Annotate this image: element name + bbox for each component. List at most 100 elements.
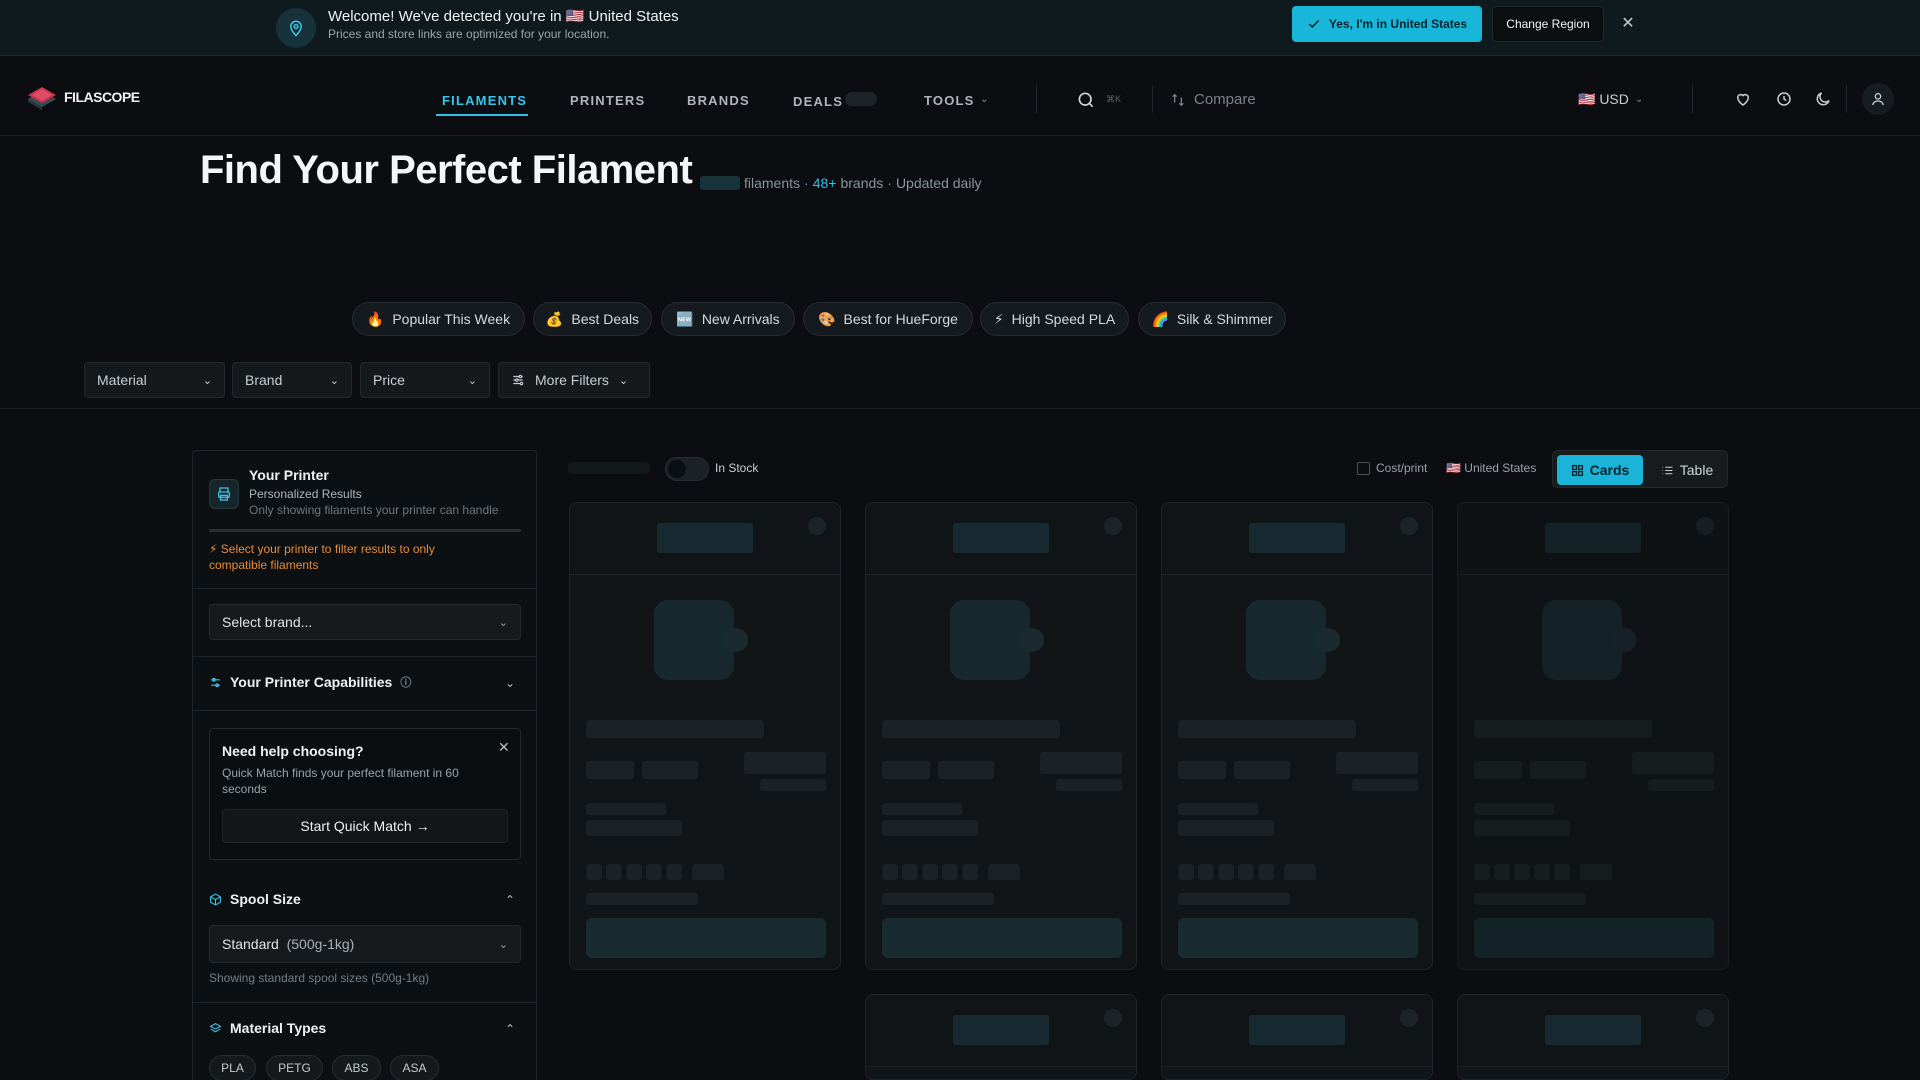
divider [1036,85,1037,113]
capabilities-toggle[interactable]: Your Printer Capabilities ⓘ [209,674,411,690]
text-skeleton [1474,803,1554,815]
cards-view-button[interactable]: Cards [1557,455,1643,485]
logo[interactable]: FILASCOPE [24,83,140,111]
color-dot-skeleton [1020,628,1044,652]
text-skeleton [1530,761,1586,779]
more-filters-button[interactable]: More Filters ⌄ [498,362,650,398]
printer-title: Your Printer [249,467,329,483]
nav-deals[interactable]: DEALS [793,94,843,109]
confirm-region-label: Yes, I'm in United States [1328,17,1468,31]
nav-printers[interactable]: PRINTERS [570,93,645,108]
region-label: 🇺🇸 United States [1446,461,1537,475]
search-icon[interactable] [1076,90,1096,115]
filter-label: More Filters [535,372,609,388]
text-skeleton [586,893,698,905]
chevron-down-icon: ⌄ [1634,94,1644,105]
confirm-region-button[interactable]: Yes, I'm in United States [1292,6,1482,42]
close-icon[interactable]: ✕ [1618,14,1638,34]
chip-high-speed[interactable]: ⚡ High Speed PLA [980,302,1129,336]
swatch-skeleton [1474,864,1490,880]
cost-per-print-checkbox[interactable]: Cost/print [1357,461,1427,475]
chevron-down-icon: ⌄ [329,374,339,387]
results-count-skeleton [568,462,650,474]
spool-size-select[interactable]: Standard (500g-1kg) ⌄ [209,925,521,963]
swatch-skeleton [1218,864,1234,880]
chip-hueforge[interactable]: 🎨 Best for HueForge [803,302,973,336]
material-types-toggle[interactable]: Material Types [209,1020,326,1036]
text-skeleton [882,820,978,836]
favorite-skeleton [808,517,826,535]
spool-size-toggle[interactable]: Spool Size [209,891,301,907]
filters-sidebar: Your Printer Personalized Results Only s… [192,450,537,1080]
cost-per-print-label: Cost/print [1376,461,1428,475]
nav-brands[interactable]: BRANDS [687,93,750,108]
swatch-skeleton [962,864,978,880]
material-chip-abs[interactable]: ABS [332,1055,381,1080]
banner-welcome: Welcome! We've detected you're in 🇺🇸 Uni… [328,8,679,25]
spool-size-range: (500g-1kg) [286,936,355,952]
info-icon[interactable]: ⓘ [400,674,411,690]
text-skeleton [1178,761,1226,779]
text-skeleton [586,720,764,738]
quick-match-card: Need help choosing? Quick Match finds yo… [209,728,521,860]
compare-button[interactable]: Compare [1170,91,1256,108]
nav-tools[interactable]: TOOLS [924,93,975,108]
brand-select[interactable]: Select brand... ⌄ [209,604,521,640]
printer-warning: ⚡ Select your printer to filter results … [209,542,435,572]
image-skeleton [654,600,734,680]
site-header: FILASCOPE FILAMENTS PRINTERS BRANDS DEAL… [0,57,1920,136]
favorite-skeleton [1104,517,1122,535]
box-icon [210,892,221,906]
brands-count: 48+ [812,175,837,191]
material-filter[interactable]: Material ⌄ [84,362,225,398]
nav-filaments[interactable]: FILAMENTS [442,93,527,108]
swatch-skeleton [646,864,662,880]
chevron-up-icon[interactable]: ⌃ [505,1022,515,1036]
chip-new-arrivals[interactable]: 🆕 New Arrivals [661,302,795,336]
in-stock-label: In Stock [715,461,759,475]
money-bag-icon: 💰 [545,310,564,327]
chip-label: High Speed PLA [1011,311,1116,327]
search-shortcut: ⌘K [1106,94,1122,104]
image-skeleton [1542,600,1622,680]
capabilities-title: Your Printer Capabilities [230,674,393,690]
material-chip-pla[interactable]: PLA [209,1055,256,1080]
list-icon [1662,466,1673,474]
history-icon[interactable] [1775,90,1795,110]
brand-filter[interactable]: Brand ⌄ [232,362,352,398]
swatch-skeleton [1238,864,1254,880]
swatch-skeleton [882,864,898,880]
material-chip-asa[interactable]: ASA [390,1055,439,1080]
filter-label: Material [97,372,147,388]
change-region-button[interactable]: Change Region [1492,6,1604,42]
in-stock-toggle[interactable] [665,457,709,481]
chip-silk[interactable]: 🌈 Silk & Shimmer [1138,302,1286,336]
favorite-skeleton [1400,517,1418,535]
chip-label: Best for HueForge [843,311,958,327]
currency-selector[interactable]: 🇺🇸 USD ⌄ [1578,91,1643,108]
text-skeleton [1056,779,1122,791]
swatch-skeleton [902,864,918,880]
heart-icon[interactable] [1734,90,1754,110]
price-skeleton [744,752,826,774]
moon-icon[interactable] [1814,90,1834,110]
swatch-skeleton [1178,864,1194,880]
start-quick-match-button[interactable]: Start Quick Match → [222,809,508,843]
chip-best-deals[interactable]: 💰 Best Deals [533,302,652,336]
text-skeleton [882,761,930,779]
user-icon[interactable] [1862,83,1894,115]
table-view-button[interactable]: Table [1649,455,1725,485]
brand-logo-skeleton [953,1015,1049,1045]
brand-select-value: Select brand... [222,614,313,630]
material-chip-petg[interactable]: PETG [266,1055,323,1080]
price-filter[interactable]: Price ⌄ [360,362,490,398]
swatch-skeleton [1284,864,1316,880]
chip-popular[interactable]: 🔥 Popular This Week [352,302,525,336]
filascope-logo-icon [24,83,60,111]
chevron-up-icon[interactable]: ⌃ [505,893,515,907]
close-icon[interactable]: ✕ [498,739,510,756]
view-toggle: Cards Table [1552,450,1728,488]
divider [1692,85,1693,113]
image-skeleton [1246,600,1326,680]
chevron-down-icon[interactable]: ⌄ [505,676,515,690]
